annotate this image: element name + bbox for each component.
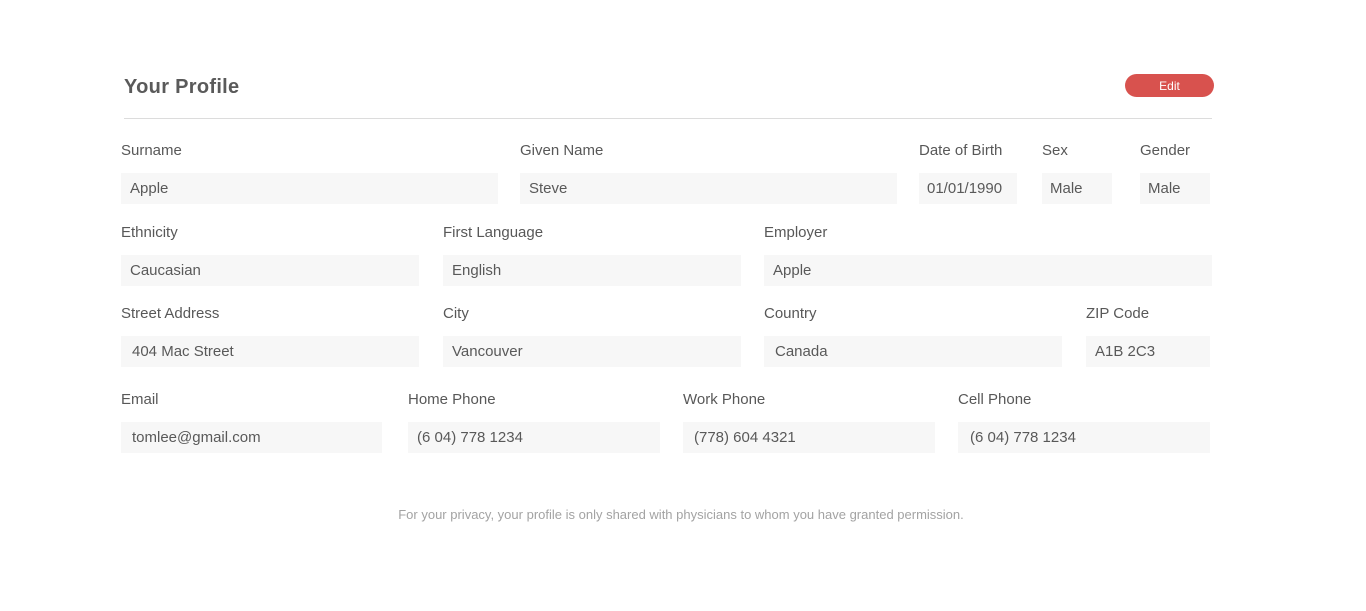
date-of-birth-field[interactable]: 01/01/1990: [919, 173, 1017, 204]
street-address-field[interactable]: 404 Mac Street: [121, 336, 419, 367]
sex-field-group: Sex Male: [1042, 141, 1112, 204]
surname-label: Surname: [121, 142, 182, 159]
home-phone-field-group: Home Phone (6 04) 778 1234: [408, 390, 660, 453]
country-field[interactable]: Canada: [764, 336, 1062, 367]
sex-field[interactable]: Male: [1042, 173, 1112, 204]
page-title: Your Profile: [124, 76, 240, 98]
date-of-birth-field-group: Date of Birth 01/01/1990: [919, 141, 1017, 204]
zip-code-field-group: ZIP Code A1B 2C3: [1086, 304, 1210, 367]
country-label: Country: [764, 305, 817, 322]
cell-phone-label: Cell Phone: [958, 391, 1032, 408]
zip-code-label: ZIP Code: [1086, 305, 1150, 322]
work-phone-label: Work Phone: [683, 391, 766, 408]
ethnicity-label: Ethnicity: [121, 224, 178, 241]
first-language-field[interactable]: English: [443, 255, 741, 286]
edit-button[interactable]: Edit: [1125, 74, 1214, 97]
employer-field-group: Employer Apple: [764, 223, 1212, 286]
surname-field-group: Surname Apple: [121, 141, 498, 204]
employer-field[interactable]: Apple: [764, 255, 1212, 286]
privacy-note: For your privacy, your profile is only s…: [398, 507, 964, 522]
street-address-field-group: Street Address 404 Mac Street: [121, 304, 419, 367]
gender-label: Gender: [1140, 142, 1191, 159]
home-phone-field[interactable]: (6 04) 778 1234: [408, 422, 660, 453]
given-name-label: Given Name: [520, 142, 604, 159]
gender-field-group: Gender Male: [1140, 141, 1210, 204]
first-language-label: First Language: [443, 224, 544, 241]
email-field[interactable]: tomlee@gmail.com: [121, 422, 382, 453]
given-name-field-group: Given Name Steve: [520, 141, 897, 204]
email-label: Email: [121, 391, 159, 408]
work-phone-field-group: Work Phone (778) 604 4321: [683, 390, 935, 453]
country-field-group: Country Canada: [764, 304, 1062, 367]
city-field-group: City Vancouver: [443, 304, 741, 367]
surname-field[interactable]: Apple: [121, 173, 498, 204]
ethnicity-field-group: Ethnicity Caucasian: [121, 223, 419, 286]
work-phone-field[interactable]: (778) 604 4321: [683, 422, 935, 453]
street-address-label: Street Address: [121, 305, 220, 322]
cell-phone-field[interactable]: (6 04) 778 1234: [958, 422, 1210, 453]
gender-field[interactable]: Male: [1140, 173, 1210, 204]
city-label: City: [443, 305, 469, 322]
ethnicity-field[interactable]: Caucasian: [121, 255, 419, 286]
given-name-field[interactable]: Steve: [520, 173, 897, 204]
date-of-birth-label: Date of Birth: [919, 142, 1003, 159]
email-field-group: Email tomlee@gmail.com: [121, 390, 382, 453]
zip-code-field[interactable]: A1B 2C3: [1086, 336, 1210, 367]
city-field[interactable]: Vancouver: [443, 336, 741, 367]
home-phone-label: Home Phone: [408, 391, 496, 408]
header-divider: [124, 118, 1212, 119]
sex-label: Sex: [1042, 142, 1068, 159]
employer-label: Employer: [764, 224, 828, 241]
cell-phone-field-group: Cell Phone (6 04) 778 1234: [958, 390, 1210, 453]
first-language-field-group: First Language English: [443, 223, 741, 286]
